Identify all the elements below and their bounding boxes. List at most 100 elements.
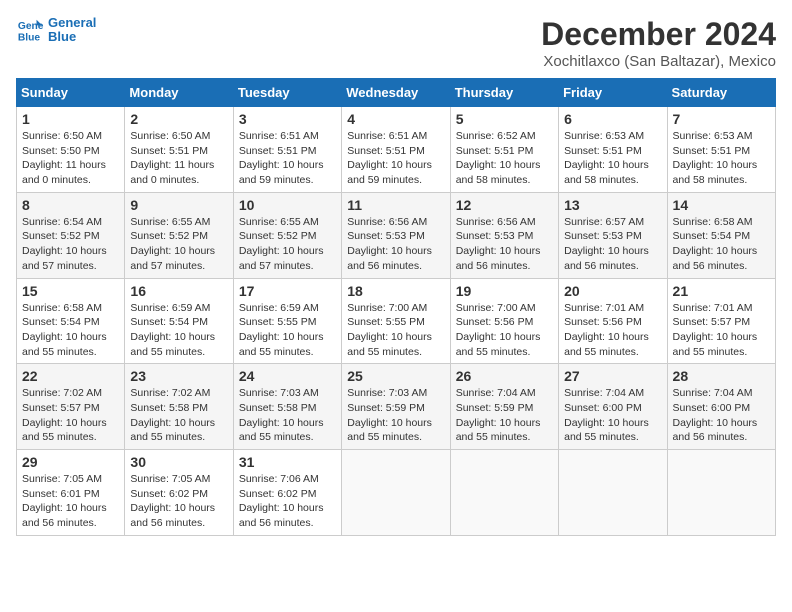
day-info: Sunrise: 6:57 AM Sunset: 5:53 PM Dayligh… — [564, 215, 661, 274]
logo-line1: General — [48, 16, 96, 30]
col-wednesday: Wednesday — [342, 79, 450, 107]
col-monday: Monday — [125, 79, 233, 107]
day-number: 18 — [347, 283, 444, 299]
day-info: Sunrise: 7:06 AM Sunset: 6:02 PM Dayligh… — [239, 472, 336, 531]
day-info: Sunrise: 6:58 AM Sunset: 5:54 PM Dayligh… — [22, 301, 119, 360]
day-info: Sunrise: 6:50 AM Sunset: 5:51 PM Dayligh… — [130, 129, 227, 188]
day-cell — [667, 450, 775, 536]
day-cell: 6 Sunrise: 6:53 AM Sunset: 5:51 PM Dayli… — [559, 107, 667, 193]
calendar-title: December 2024 — [541, 16, 776, 53]
day-cell: 31 Sunrise: 7:06 AM Sunset: 6:02 PM Dayl… — [233, 450, 341, 536]
day-number: 27 — [564, 368, 661, 384]
day-info: Sunrise: 7:04 AM Sunset: 5:59 PM Dayligh… — [456, 386, 553, 445]
day-info: Sunrise: 7:04 AM Sunset: 6:00 PM Dayligh… — [673, 386, 770, 445]
day-number: 31 — [239, 454, 336, 470]
day-cell: 12 Sunrise: 6:56 AM Sunset: 5:53 PM Dayl… — [450, 192, 558, 278]
day-info: Sunrise: 6:51 AM Sunset: 5:51 PM Dayligh… — [347, 129, 444, 188]
day-cell — [559, 450, 667, 536]
day-number: 20 — [564, 283, 661, 299]
header-row: Sunday Monday Tuesday Wednesday Thursday… — [17, 79, 776, 107]
day-info: Sunrise: 7:02 AM Sunset: 5:58 PM Dayligh… — [130, 386, 227, 445]
day-number: 4 — [347, 111, 444, 127]
day-number: 2 — [130, 111, 227, 127]
day-cell: 24 Sunrise: 7:03 AM Sunset: 5:58 PM Dayl… — [233, 364, 341, 450]
day-cell: 29 Sunrise: 7:05 AM Sunset: 6:01 PM Dayl… — [17, 450, 125, 536]
week-row-3: 15 Sunrise: 6:58 AM Sunset: 5:54 PM Dayl… — [17, 278, 776, 364]
header: General Blue General Blue December 2024 … — [16, 16, 776, 70]
col-tuesday: Tuesday — [233, 79, 341, 107]
col-friday: Friday — [559, 79, 667, 107]
day-number: 17 — [239, 283, 336, 299]
day-number: 30 — [130, 454, 227, 470]
day-number: 10 — [239, 197, 336, 213]
day-cell: 5 Sunrise: 6:52 AM Sunset: 5:51 PM Dayli… — [450, 107, 558, 193]
day-info: Sunrise: 6:59 AM Sunset: 5:55 PM Dayligh… — [239, 301, 336, 360]
day-cell: 2 Sunrise: 6:50 AM Sunset: 5:51 PM Dayli… — [125, 107, 233, 193]
day-info: Sunrise: 7:01 AM Sunset: 5:56 PM Dayligh… — [564, 301, 661, 360]
calendar-table: Sunday Monday Tuesday Wednesday Thursday… — [16, 78, 776, 536]
day-info: Sunrise: 7:00 AM Sunset: 5:56 PM Dayligh… — [456, 301, 553, 360]
day-cell: 10 Sunrise: 6:55 AM Sunset: 5:52 PM Dayl… — [233, 192, 341, 278]
title-area: December 2024 Xochitlaxco (San Baltazar)… — [541, 16, 776, 70]
day-info: Sunrise: 6:56 AM Sunset: 5:53 PM Dayligh… — [456, 215, 553, 274]
day-info: Sunrise: 6:59 AM Sunset: 5:54 PM Dayligh… — [130, 301, 227, 360]
day-number: 22 — [22, 368, 119, 384]
logo-line2: Blue — [48, 30, 96, 44]
day-number: 11 — [347, 197, 444, 213]
day-cell: 28 Sunrise: 7:04 AM Sunset: 6:00 PM Dayl… — [667, 364, 775, 450]
day-info: Sunrise: 6:53 AM Sunset: 5:51 PM Dayligh… — [564, 129, 661, 188]
svg-text:Blue: Blue — [18, 33, 41, 44]
day-cell: 23 Sunrise: 7:02 AM Sunset: 5:58 PM Dayl… — [125, 364, 233, 450]
week-row-1: 1 Sunrise: 6:50 AM Sunset: 5:50 PM Dayli… — [17, 107, 776, 193]
day-cell: 25 Sunrise: 7:03 AM Sunset: 5:59 PM Dayl… — [342, 364, 450, 450]
day-info: Sunrise: 6:56 AM Sunset: 5:53 PM Dayligh… — [347, 215, 444, 274]
day-cell: 27 Sunrise: 7:04 AM Sunset: 6:00 PM Dayl… — [559, 364, 667, 450]
day-info: Sunrise: 7:03 AM Sunset: 5:58 PM Dayligh… — [239, 386, 336, 445]
day-cell — [450, 450, 558, 536]
day-number: 28 — [673, 368, 770, 384]
day-cell: 20 Sunrise: 7:01 AM Sunset: 5:56 PM Dayl… — [559, 278, 667, 364]
day-number: 12 — [456, 197, 553, 213]
day-number: 19 — [456, 283, 553, 299]
day-number: 13 — [564, 197, 661, 213]
day-cell: 21 Sunrise: 7:01 AM Sunset: 5:57 PM Dayl… — [667, 278, 775, 364]
day-cell: 30 Sunrise: 7:05 AM Sunset: 6:02 PM Dayl… — [125, 450, 233, 536]
day-number: 26 — [456, 368, 553, 384]
day-cell: 9 Sunrise: 6:55 AM Sunset: 5:52 PM Dayli… — [125, 192, 233, 278]
day-info: Sunrise: 6:55 AM Sunset: 5:52 PM Dayligh… — [239, 215, 336, 274]
day-info: Sunrise: 7:04 AM Sunset: 6:00 PM Dayligh… — [564, 386, 661, 445]
day-info: Sunrise: 6:54 AM Sunset: 5:52 PM Dayligh… — [22, 215, 119, 274]
day-cell: 11 Sunrise: 6:56 AM Sunset: 5:53 PM Dayl… — [342, 192, 450, 278]
day-info: Sunrise: 7:00 AM Sunset: 5:55 PM Dayligh… — [347, 301, 444, 360]
day-info: Sunrise: 6:52 AM Sunset: 5:51 PM Dayligh… — [456, 129, 553, 188]
calendar-subtitle: Xochitlaxco (San Baltazar), Mexico — [541, 53, 776, 70]
day-number: 3 — [239, 111, 336, 127]
day-info: Sunrise: 6:58 AM Sunset: 5:54 PM Dayligh… — [673, 215, 770, 274]
day-cell: 3 Sunrise: 6:51 AM Sunset: 5:51 PM Dayli… — [233, 107, 341, 193]
day-info: Sunrise: 6:50 AM Sunset: 5:50 PM Dayligh… — [22, 129, 119, 188]
day-cell: 4 Sunrise: 6:51 AM Sunset: 5:51 PM Dayli… — [342, 107, 450, 193]
day-number: 1 — [22, 111, 119, 127]
day-info: Sunrise: 7:03 AM Sunset: 5:59 PM Dayligh… — [347, 386, 444, 445]
day-cell: 19 Sunrise: 7:00 AM Sunset: 5:56 PM Dayl… — [450, 278, 558, 364]
col-sunday: Sunday — [17, 79, 125, 107]
day-info: Sunrise: 7:05 AM Sunset: 6:01 PM Dayligh… — [22, 472, 119, 531]
day-cell: 8 Sunrise: 6:54 AM Sunset: 5:52 PM Dayli… — [17, 192, 125, 278]
day-cell: 13 Sunrise: 6:57 AM Sunset: 5:53 PM Dayl… — [559, 192, 667, 278]
day-cell: 26 Sunrise: 7:04 AM Sunset: 5:59 PM Dayl… — [450, 364, 558, 450]
day-cell: 1 Sunrise: 6:50 AM Sunset: 5:50 PM Dayli… — [17, 107, 125, 193]
day-number: 29 — [22, 454, 119, 470]
day-cell: 18 Sunrise: 7:00 AM Sunset: 5:55 PM Dayl… — [342, 278, 450, 364]
day-number: 5 — [456, 111, 553, 127]
day-cell: 7 Sunrise: 6:53 AM Sunset: 5:51 PM Dayli… — [667, 107, 775, 193]
day-info: Sunrise: 7:01 AM Sunset: 5:57 PM Dayligh… — [673, 301, 770, 360]
day-number: 14 — [673, 197, 770, 213]
day-info: Sunrise: 6:51 AM Sunset: 5:51 PM Dayligh… — [239, 129, 336, 188]
day-number: 15 — [22, 283, 119, 299]
week-row-2: 8 Sunrise: 6:54 AM Sunset: 5:52 PM Dayli… — [17, 192, 776, 278]
svg-text:General: General — [18, 21, 44, 32]
col-thursday: Thursday — [450, 79, 558, 107]
day-info: Sunrise: 6:55 AM Sunset: 5:52 PM Dayligh… — [130, 215, 227, 274]
week-row-4: 22 Sunrise: 7:02 AM Sunset: 5:57 PM Dayl… — [17, 364, 776, 450]
day-cell: 22 Sunrise: 7:02 AM Sunset: 5:57 PM Dayl… — [17, 364, 125, 450]
